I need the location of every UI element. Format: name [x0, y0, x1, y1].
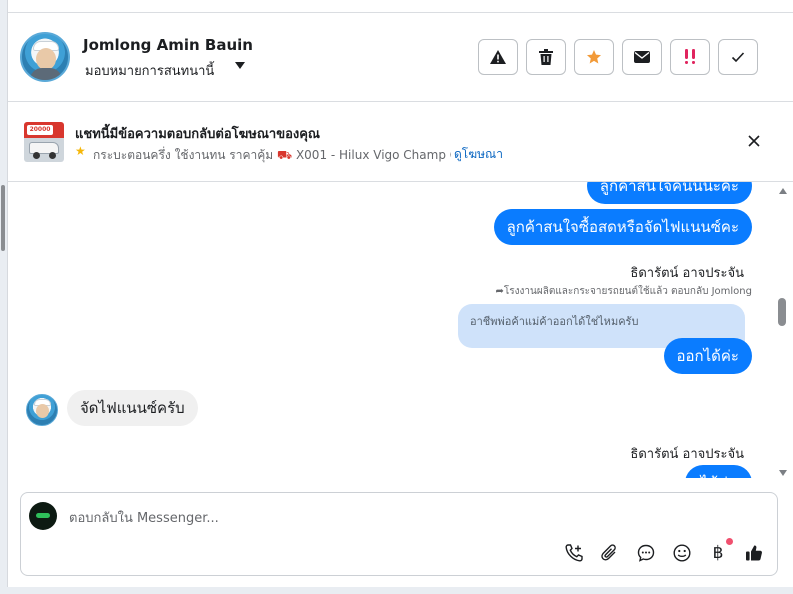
attach-button[interactable] [598, 541, 622, 565]
message-scrollbar[interactable] [777, 186, 789, 478]
star-icon: ★ [75, 144, 86, 158]
star-button[interactable] [574, 39, 614, 75]
assign-conversation-dropdown[interactable]: มอบหมายการสนทนานี้ [85, 60, 214, 81]
scroll-up-arrow-icon[interactable] [779, 188, 787, 194]
delete-button[interactable] [526, 39, 566, 75]
outgoing-message[interactable]: ลูกค้าสนใจคันนี้นะคะ [586, 182, 752, 204]
report-spam-button[interactable] [478, 39, 518, 75]
outgoing-message[interactable]: ออกได้ค่ะ [663, 338, 752, 374]
ad-description-prefix: กระบะตอนครึ่ง ใช้งานทน ราคาคุ้ม [93, 148, 274, 162]
notification-dot [726, 538, 733, 545]
truck-icon: ⛟ [277, 148, 293, 162]
warning-icon [490, 50, 506, 64]
star-icon [587, 50, 601, 64]
close-icon [748, 135, 760, 147]
mark-unread-button[interactable] [622, 39, 662, 75]
scrollbar-thumb[interactable] [778, 298, 786, 326]
like-button[interactable] [742, 541, 766, 565]
ad-thumbnail-price: 20000 [27, 125, 53, 135]
add-call-button[interactable] [562, 541, 586, 565]
ad-thumbnail[interactable]: 20000 [24, 122, 64, 162]
follow-up-button[interactable] [670, 39, 710, 75]
emoji-button[interactable] [670, 541, 694, 565]
saved-replies-button[interactable] [634, 541, 658, 565]
like-icon [746, 545, 762, 561]
outgoing-message[interactable]: ได้ค่ะ [684, 465, 752, 478]
reply-arrow-icon: ➦ [495, 286, 504, 297]
contact-avatar[interactable] [26, 394, 58, 426]
checkmark-icon [731, 52, 745, 63]
window-edge [0, 587, 793, 594]
emoji-icon [673, 544, 691, 562]
ad-description: กระบะตอนครึ่ง ใช้งานทน ราคาคุ้ม ⛟ X001 -… [93, 146, 451, 165]
ad-reply-title: แชทนี้มีข้อความตอบกลับต่อโฆษณาของคุณ [75, 127, 320, 142]
exclamation-icon [685, 49, 695, 64]
conversation-panel: Jomlong Amin Bauin มอบหมายการสนทนานี้ 20… [1, 0, 793, 594]
done-button[interactable] [718, 39, 758, 75]
divider [8, 101, 793, 102]
payment-button[interactable]: ฿ [706, 541, 730, 565]
trash-icon [539, 49, 553, 65]
saved-replies-icon [637, 544, 655, 562]
close-banner-button[interactable] [744, 131, 764, 151]
attachment-icon [601, 544, 616, 561]
reply-input[interactable] [69, 507, 669, 529]
reply-context: ➦โรงงานผลิตและกระจายรถยนต์ใช้แล้ว ตอบกลั… [495, 284, 752, 299]
outgoing-message[interactable]: ลูกค้าสนใจซื้อสดหรือจัดไฟแนนซ์คะ [493, 209, 752, 245]
left-scrollbar[interactable] [1, 185, 5, 251]
contact-avatar[interactable] [20, 32, 70, 82]
inbox-app: Jomlong Amin Bauin มอบหมายการสนทนานี้ 20… [0, 0, 793, 594]
scroll-down-arrow-icon[interactable] [779, 470, 787, 476]
page-avatar [29, 502, 57, 530]
reply-context-text: โรงงานผลิตและกระจายรถยนต์ใช้แล้ว ตอบกลับ… [503, 286, 752, 297]
sender-name: ธิดารัตน์ อาจประจัน [630, 266, 744, 281]
incoming-message[interactable]: จัดไฟแนนซ์ครับ [67, 390, 198, 426]
sender-name: ธิดารัตน์ อาจประจัน [630, 447, 744, 462]
mail-icon [634, 51, 650, 63]
chevron-down-icon[interactable] [235, 62, 245, 69]
add-call-icon [565, 544, 583, 562]
message-list[interactable]: ลูกค้าสนใจคันนี้นะคะ ลูกค้าสนใจซื้อสดหรื… [8, 182, 776, 478]
divider [8, 12, 793, 13]
message-composer[interactable]: ฿ [20, 492, 778, 576]
contact-name[interactable]: Jomlong Amin Bauin [83, 36, 253, 54]
payment-baht-icon: ฿ [712, 543, 724, 563]
view-ad-link[interactable]: ดูโฆษณา [454, 145, 503, 164]
ad-description-suffix: X001 - Hilux Vigo Champ Ca... [295, 148, 451, 162]
